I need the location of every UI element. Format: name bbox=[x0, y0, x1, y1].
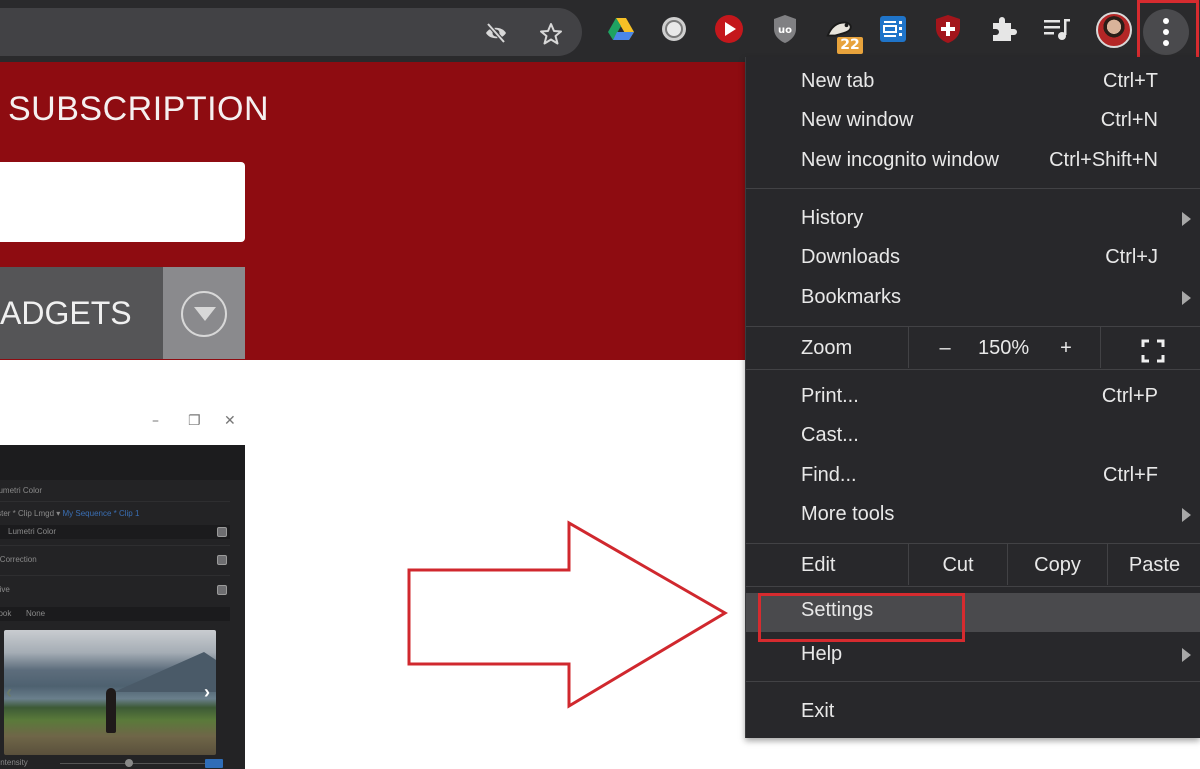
menu-item-cast[interactable]: Cast... bbox=[746, 418, 1200, 457]
browser-toolbar: uo 22 bbox=[0, 0, 1200, 63]
submenu-arrow-icon bbox=[1182, 291, 1191, 305]
minimize-icon: – bbox=[152, 413, 159, 429]
embedded-panel-header bbox=[0, 445, 245, 480]
youtube-play-icon[interactable] bbox=[714, 14, 744, 44]
checkbox-icon bbox=[217, 585, 227, 595]
zoom-in-button[interactable]: + bbox=[1054, 337, 1078, 360]
screen-recorder-icon[interactable] bbox=[659, 14, 689, 44]
intensity-label: Intensity bbox=[0, 758, 28, 767]
gadgets-dropdown-toggle[interactable] bbox=[163, 267, 245, 359]
menu-divider bbox=[746, 681, 1200, 682]
look-select: Look None bbox=[0, 607, 230, 621]
look-value: None bbox=[26, 609, 46, 618]
extension-badge: 22 bbox=[837, 37, 863, 54]
menu-divider bbox=[746, 369, 1200, 370]
checkbox-icon bbox=[217, 555, 227, 565]
slider-knob bbox=[125, 759, 133, 767]
menu-divider bbox=[746, 326, 1200, 327]
gadgets-dropdown[interactable]: ADGETS bbox=[0, 267, 163, 359]
extensions-puzzle-icon[interactable] bbox=[988, 14, 1018, 44]
menu-item-downloads[interactable]: Downloads Ctrl+J bbox=[746, 240, 1200, 279]
cut-button[interactable]: Cut bbox=[909, 554, 1007, 577]
fullscreen-icon[interactable] bbox=[1141, 339, 1165, 363]
paste-button[interactable]: Paste bbox=[1108, 554, 1200, 577]
basic-correction-label: Basic Correction bbox=[0, 555, 37, 564]
svg-text:uo: uo bbox=[778, 25, 792, 36]
media-queue-icon[interactable] bbox=[1042, 14, 1072, 44]
menu-item-print[interactable]: Print... Ctrl+P bbox=[746, 379, 1200, 418]
submenu-arrow-icon bbox=[1182, 212, 1191, 226]
chevron-right-icon: › bbox=[204, 682, 210, 702]
annotation-arrow-icon bbox=[407, 520, 728, 709]
address-bar[interactable] bbox=[0, 8, 582, 56]
menu-item-more-tools[interactable]: More tools bbox=[746, 497, 1200, 536]
menu-item-history[interactable]: History bbox=[746, 201, 1200, 240]
star-icon[interactable] bbox=[539, 22, 562, 45]
clip-path-text: Master * Clip Lmgd bbox=[0, 509, 55, 518]
preset-select: Lumetri Color bbox=[0, 525, 230, 539]
creative-label: Creative bbox=[0, 585, 10, 594]
menu-item-find[interactable]: Find... Ctrl+F bbox=[746, 458, 1200, 497]
menu-item-new-tab[interactable]: New tab Ctrl+T bbox=[746, 64, 1200, 103]
copy-button[interactable]: Copy bbox=[1008, 554, 1107, 577]
security-shield-icon[interactable] bbox=[933, 14, 963, 44]
menu-zoom-row: Zoom bbox=[801, 337, 853, 359]
menu-item-exit[interactable]: Exit bbox=[746, 694, 1200, 733]
close-icon: ✕ bbox=[224, 413, 236, 429]
menu-item-new-window[interactable]: New window Ctrl+N bbox=[746, 103, 1200, 142]
look-preview-image: ‹ › bbox=[4, 630, 216, 755]
restore-icon: ❐ bbox=[188, 413, 201, 429]
subscription-banner: SUBSCRIPTION ADGETS bbox=[0, 62, 748, 360]
eye-slash-icon[interactable] bbox=[484, 22, 506, 44]
google-drive-icon[interactable] bbox=[606, 14, 636, 44]
menu-divider bbox=[746, 543, 1200, 544]
hero-title: SUBSCRIPTION bbox=[8, 90, 270, 128]
menu-divider bbox=[746, 586, 1200, 587]
zoom-level: 150% bbox=[978, 337, 1030, 359]
settings-highlight-box bbox=[758, 593, 965, 642]
menu-divider bbox=[746, 188, 1200, 189]
zoom-out-button[interactable]: – bbox=[933, 337, 957, 360]
embedded-window-titlebar: – ❐ ✕ bbox=[0, 405, 245, 443]
submenu-arrow-icon bbox=[1182, 648, 1191, 662]
fx-icon bbox=[217, 527, 227, 537]
clip-link: My Sequence * Clip 1 bbox=[62, 509, 140, 518]
menu-button-highlight bbox=[1137, 0, 1199, 63]
clip-path: Master * Clip Lmgd ▾ My Sequence * Clip … bbox=[0, 509, 139, 518]
reader-mode-icon[interactable] bbox=[878, 14, 908, 44]
menu-item-help[interactable]: Help bbox=[746, 637, 1200, 676]
embedded-lumetri-panel: Lumetri Color Master * Clip Lmgd ▾ My Se… bbox=[0, 445, 245, 769]
screenshot-root: uo 22 SUBSCRIPTION ADGETS – ❐ ✕ umetri C… bbox=[0, 0, 1200, 769]
chevron-down-icon bbox=[181, 291, 227, 337]
chevron-left-icon: ‹ bbox=[6, 682, 12, 702]
panel-title: Lumetri Color bbox=[0, 486, 43, 495]
submenu-arrow-icon bbox=[1182, 508, 1191, 522]
menu-item-new-incognito-window[interactable]: New incognito window Ctrl+Shift+N bbox=[746, 143, 1200, 182]
preset-value: Lumetri Color bbox=[8, 527, 57, 536]
menu-item-bookmarks[interactable]: Bookmarks bbox=[746, 280, 1200, 319]
look-label: Look bbox=[0, 609, 12, 618]
avatar[interactable] bbox=[1096, 12, 1132, 48]
intensity-slider-row: Intensity bbox=[0, 758, 245, 769]
email-input[interactable] bbox=[0, 162, 245, 242]
ublock-origin-icon[interactable]: uo bbox=[770, 14, 800, 44]
gadgets-label: ADGETS bbox=[0, 295, 132, 331]
